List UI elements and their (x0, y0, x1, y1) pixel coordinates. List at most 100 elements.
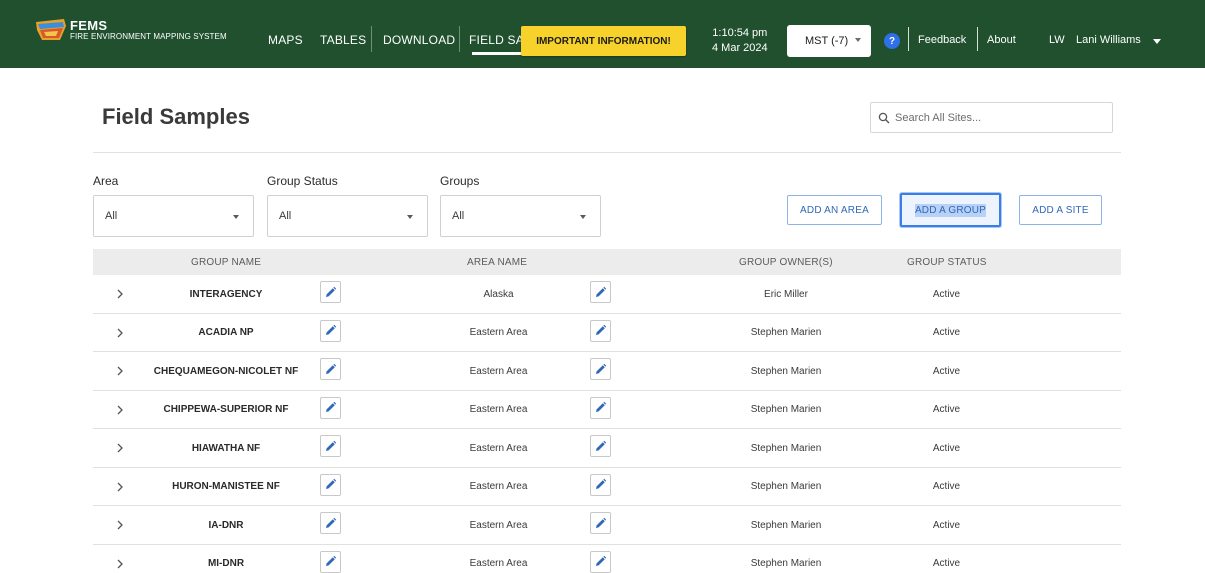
nav-field-samples[interactable]: FIELD SA (469, 33, 524, 47)
group-status-cell: Active (932, 519, 961, 531)
nav-divider (371, 26, 372, 52)
nav-download[interactable]: DOWNLOAD (383, 33, 455, 47)
nav-maps[interactable]: MAPS (268, 33, 303, 47)
timezone-select[interactable]: MST (-7) (787, 25, 871, 57)
edit-area-button[interactable] (590, 319, 611, 342)
expand-row-chevron-icon[interactable] (115, 441, 125, 455)
group-owner-cell: Stephen Marien (750, 519, 822, 531)
brand[interactable]: FEMS FIRE ENVIRONMENT MAPPING SYSTEM (70, 19, 227, 41)
groups-filter-select[interactable]: All (440, 195, 601, 237)
area-name-cell: Eastern Area (469, 558, 528, 569)
edit-group-button[interactable] (320, 281, 341, 303)
pencil-icon (596, 555, 607, 566)
group-status-cell: Active (932, 558, 961, 569)
expand-row-chevron-icon[interactable] (115, 364, 125, 378)
group-status-cell: Active (932, 365, 961, 377)
group-name-cell: MI-DNR (207, 558, 245, 569)
edit-group-button[interactable] (320, 435, 341, 457)
column-header-group-name[interactable]: GROUP NAME (191, 257, 261, 268)
nav-divider (459, 26, 460, 52)
table-row: IA-DNR Eastern Area Stephen Marien Activ… (93, 506, 1121, 545)
pencil-icon (326, 478, 337, 489)
column-header-area-name[interactable]: AREA NAME (467, 257, 527, 268)
expand-row-chevron-icon[interactable] (115, 557, 125, 571)
area-name-cell: Eastern Area (469, 404, 528, 415)
edit-area-button[interactable] (590, 512, 611, 534)
chevron-down-icon (580, 215, 586, 219)
header-divider (908, 27, 909, 51)
pencil-icon (326, 324, 337, 335)
group-owner-cell: Stephen Marien (750, 327, 822, 338)
add-group-button[interactable]: ADD A GROUP (900, 193, 1001, 227)
user-menu[interactable]: Lani Williams (1076, 34, 1141, 46)
expand-row-chevron-icon[interactable] (115, 287, 125, 301)
top-nav-bar: FEMS FIRE ENVIRONMENT MAPPING SYSTEM MAP… (0, 0, 1205, 68)
chevron-down-icon (855, 38, 861, 42)
group-status-cell: Active (932, 481, 961, 492)
group-status-filter-value: All (279, 210, 292, 222)
area-filter-label: Area (93, 174, 119, 188)
pencil-icon (596, 401, 607, 412)
table-row: HIAWATHA NF Eastern Area Stephen Marien … (93, 429, 1121, 468)
group-name-cell: HURON-MANISTEE NF (172, 481, 280, 492)
user-initials: LW (1049, 34, 1065, 46)
area-name-cell: Eastern Area (469, 327, 528, 338)
nav-tables[interactable]: TABLES (320, 33, 366, 47)
edit-area-button[interactable] (590, 396, 611, 419)
group-name-cell: CHIPPEWA-SUPERIOR NF (163, 404, 289, 415)
search-box[interactable] (870, 102, 1113, 133)
edit-area-button[interactable] (590, 281, 611, 303)
group-name-cell: CHEQUAMEGON-NICOLET NF (153, 365, 299, 377)
table-header: GROUP NAME AREA NAME GROUP OWNER(S) GROU… (93, 249, 1121, 275)
add-area-button[interactable]: ADD AN AREA (787, 195, 882, 225)
edit-area-button[interactable] (590, 435, 611, 457)
column-header-group-status[interactable]: GROUP STATUS (907, 257, 987, 268)
edit-group-button[interactable] (320, 550, 341, 573)
group-name-cell: HIAWATHA NF (191, 442, 261, 454)
search-input[interactable] (895, 107, 1105, 129)
add-site-button[interactable]: ADD A SITE (1019, 195, 1102, 225)
edit-group-button[interactable] (320, 358, 341, 380)
area-filter-value: All (105, 210, 118, 222)
table-body: INTERAGENCY Alaska Eric Miller Active AC… (93, 275, 1121, 573)
help-icon[interactable]: ? (884, 33, 900, 49)
area-filter-select[interactable]: All (93, 195, 254, 237)
important-information-button[interactable]: IMPORTANT INFORMATION! (521, 26, 686, 56)
group-name-cell: IA-DNR (208, 519, 244, 531)
edit-group-button[interactable] (320, 396, 341, 419)
table-row: INTERAGENCY Alaska Eric Miller Active (93, 275, 1121, 314)
area-name-cell: Eastern Area (469, 519, 528, 531)
group-owner-cell: Eric Miller (764, 288, 808, 300)
edit-group-button[interactable] (320, 319, 341, 342)
edit-area-button[interactable] (590, 550, 611, 573)
search-icon (878, 112, 890, 124)
user-menu-caret-icon[interactable] (1153, 39, 1161, 44)
about-link[interactable]: About (987, 34, 1016, 46)
group-status-filter-label: Group Status (267, 174, 338, 188)
fems-logo-icon[interactable] (34, 16, 68, 44)
feedback-link[interactable]: Feedback (918, 34, 966, 46)
expand-row-chevron-icon[interactable] (115, 403, 125, 417)
pencil-icon (596, 286, 607, 297)
pencil-icon (326, 440, 337, 451)
group-status-cell: Active (932, 288, 961, 300)
pencil-icon (596, 517, 607, 528)
area-name-cell: Eastern Area (469, 481, 528, 492)
chevron-down-icon (233, 215, 239, 219)
edit-area-button[interactable] (590, 473, 611, 496)
active-nav-indicator (472, 52, 528, 55)
timezone-value: MST (-7) (805, 35, 849, 47)
expand-row-chevron-icon[interactable] (115, 326, 125, 340)
group-status-filter-select[interactable]: All (267, 195, 428, 237)
column-header-group-owners[interactable]: GROUP OWNER(S) (739, 257, 833, 268)
expand-row-chevron-icon[interactable] (115, 480, 125, 494)
edit-group-button[interactable] (320, 512, 341, 534)
edit-group-button[interactable] (320, 473, 341, 496)
page: FEMS FIRE ENVIRONMENT MAPPING SYSTEM MAP… (0, 0, 1205, 573)
table-row: CHIPPEWA-SUPERIOR NF Eastern Area Stephe… (93, 391, 1121, 429)
pencil-icon (596, 478, 607, 489)
edit-area-button[interactable] (590, 358, 611, 380)
expand-row-chevron-icon[interactable] (115, 518, 125, 532)
pencil-icon (326, 555, 337, 566)
group-owner-cell: Stephen Marien (750, 404, 822, 415)
